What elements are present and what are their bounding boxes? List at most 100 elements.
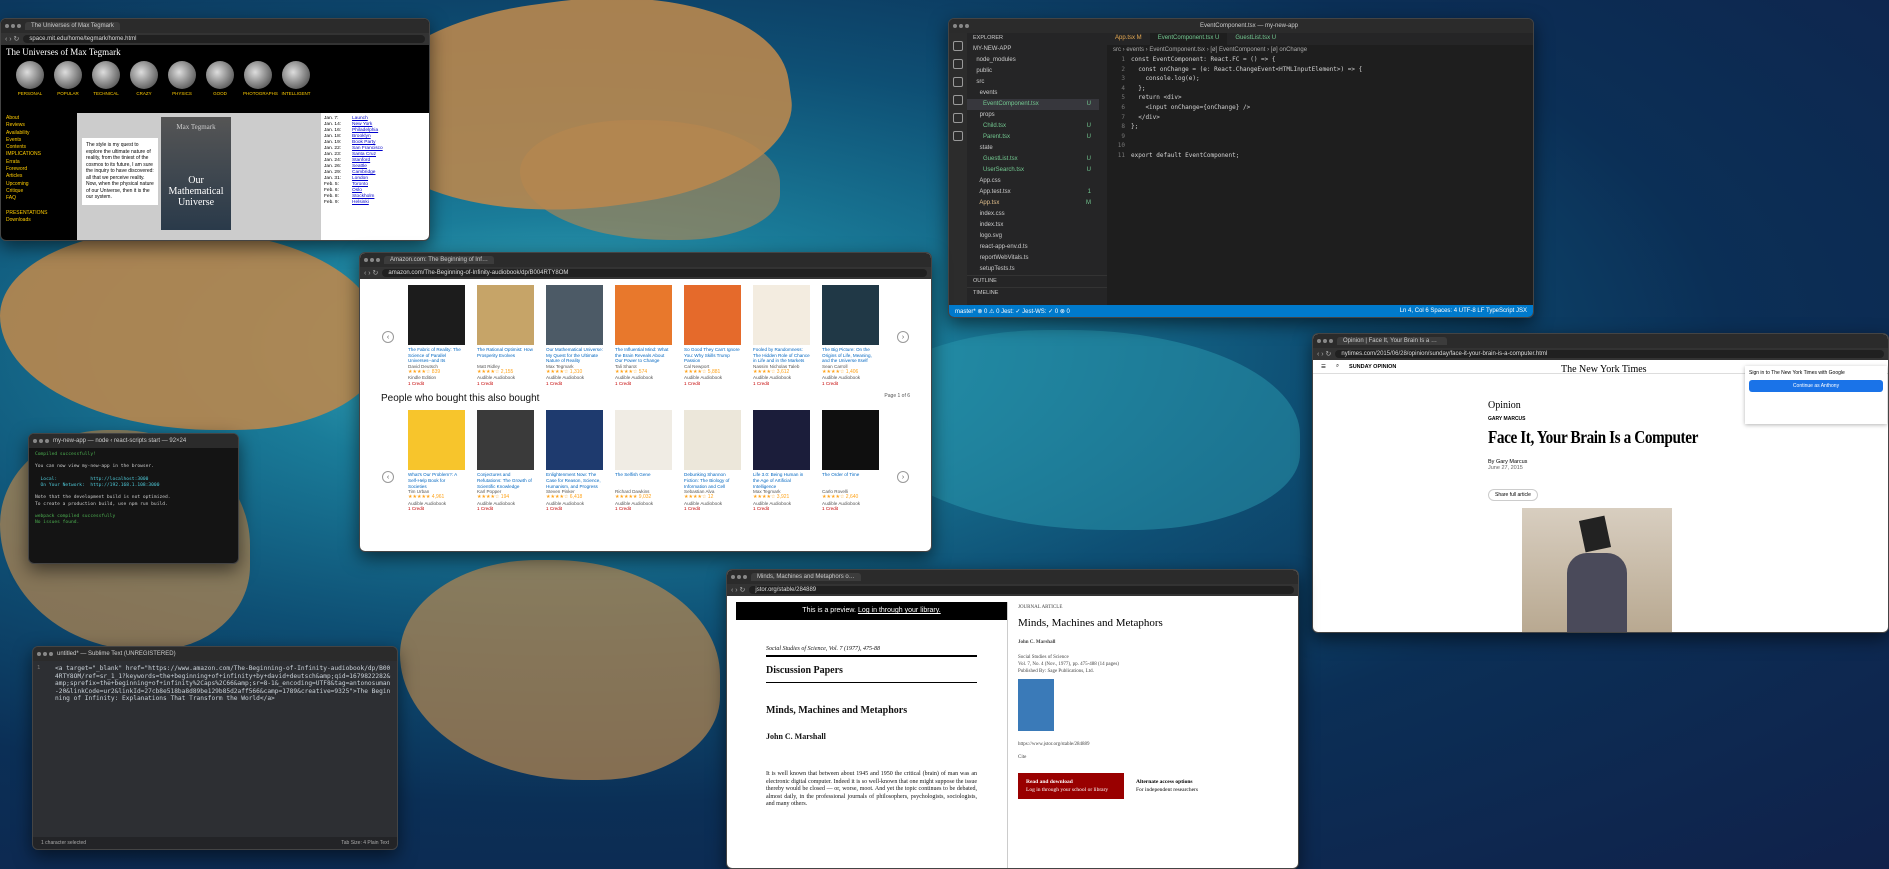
event-link[interactable]: Helsinki [352,200,369,206]
product-cover[interactable] [753,285,810,345]
section-label[interactable]: SUNDAY OPINION [1349,364,1396,370]
file-tree[interactable]: MY-NEW-APP node_modules public src event… [967,44,1107,275]
sidebar-item[interactable]: Availability [6,130,76,137]
category-physics[interactable]: PHYSICS [167,61,197,96]
sidebar-item[interactable]: Contents [6,144,76,151]
product-title[interactable]: The Order of Time [822,472,879,489]
code-line[interactable] [1131,132,1362,142]
category-good[interactable]: GOOD [205,61,235,96]
address-bar[interactable]: nytimes.com/2015/06/28/opinion/sunday/fa… [1335,350,1884,358]
sidebar-item[interactable]: PRESENTATIONS [6,210,76,217]
status-right[interactable]: Ln 4, Col 6 Spaces: 4 UTF-8 LF TypeScrip… [1400,308,1527,314]
product-cover[interactable] [684,285,741,345]
status-right[interactable]: Tab Size: 4 Plain Text [341,840,389,846]
file-tree-item[interactable]: MY-NEW-APP [967,44,1099,55]
code-line[interactable]: return <div> [1131,93,1362,103]
file-tree-item[interactable]: index.tsx [967,220,1099,231]
category-crazy[interactable]: CRAZY [129,61,159,96]
product-title[interactable]: The Big Picture: On the Origins of Life,… [822,347,879,364]
file-tree-item[interactable]: UserSearch.tsx U [967,165,1099,176]
pdf-preview[interactable]: This is a preview. Log in through your l… [736,602,1008,868]
product-cover[interactable] [408,410,465,471]
product-card[interactable]: Fooled by Randomness: The Hidden Role of… [753,285,810,386]
category-technical[interactable]: TECHNICAL [91,61,121,96]
product-card[interactable]: Life 3.0: Being Human in the Age of Arti… [753,410,810,511]
product-title[interactable]: Life 3.0: Being Human in the Age of Arti… [753,472,810,489]
product-card[interactable]: The Big Picture: On the Origins of Life,… [822,285,879,386]
editor-area[interactable]: App.tsx M EventComponent.tsx U GuestList.t… [1107,33,1533,305]
nav-arrows-icon[interactable]: ‹ › ↻ [1317,350,1331,358]
file-tree-item[interactable]: App.tsx M [967,198,1099,209]
stable-url[interactable]: https://www.jstor.org/stable/284889 [1018,741,1298,748]
file-tree-item[interactable]: App.css [967,176,1099,187]
code-line[interactable]: </div> [1131,113,1362,123]
timeline-heading[interactable]: TIMELINE [967,287,1107,299]
sidebar-item[interactable]: Articles [6,173,76,180]
nav-arrows-icon[interactable]: ‹ › ↻ [5,35,19,43]
product-cover[interactable] [477,285,534,345]
breadcrumb[interactable]: src › events › EventComponent.tsx › [ø] … [1107,45,1533,55]
files-icon[interactable] [953,41,963,51]
sidebar-item[interactable]: Upcoming [6,181,76,188]
tab-0[interactable]: App.tsx M [1107,33,1150,45]
product-card[interactable]: The Selfish Gene Richard Dawkins ★★★★★ 9,0… [615,410,672,511]
category-intelligent[interactable]: INTELLIGENT [281,61,311,96]
file-tree-item[interactable]: Child.tsx U [967,121,1099,132]
product-cover[interactable] [408,285,465,345]
nav-arrows-icon[interactable]: ‹ › ↻ [364,269,378,277]
category-personal[interactable]: PERSONAL [15,61,45,96]
product-title[interactable]: Our Mathematical Universe: My Quest for … [546,347,603,364]
nyt-logo[interactable]: The New York Times [1561,364,1647,375]
outline-heading[interactable]: OUTLINE [967,275,1107,287]
file-tree-item[interactable]: node_modules [967,55,1099,66]
tab-1[interactable]: EventComponent.tsx U [1149,33,1228,45]
sidebar-item[interactable]: IMPLICATIONS [6,151,76,158]
alternate-access-button[interactable]: Alternate access options For independent … [1136,773,1198,799]
product-title[interactable]: The Fabric of Reality: The Science of Pa… [408,347,465,364]
browser-tab[interactable]: Amazon.com: The Beginning of Infinity [384,256,494,264]
product-title[interactable]: The Selfish Gene [615,472,672,489]
source-control-icon[interactable] [953,77,963,87]
sidebar-item[interactable]: Events [6,137,76,144]
product-cover[interactable] [546,285,603,345]
product-cover[interactable] [477,410,534,471]
sidebar-item[interactable]: Reviews [6,122,76,129]
product-title[interactable]: The Influential Mind: What the Brain Rev… [615,347,672,364]
product-card[interactable]: What's Our Problem?: A Self-Help Book fo… [408,410,465,511]
product-card[interactable]: The Rational Optimist: How Prosperity Ev… [477,285,534,386]
terminal-window[interactable]: my-new-app — node ‹ react-scripts start … [28,433,239,564]
file-tree-item[interactable]: src [967,77,1099,88]
code-line[interactable]: }; [1131,122,1362,132]
tegmark-browser-window[interactable]: The Universes of Max Tegmark ‹ › ↻ space.… [0,18,430,241]
code-line[interactable] [1131,141,1362,151]
file-tree-item[interactable]: index.css [967,209,1099,220]
sidebar-item[interactable]: Foreword [6,166,76,173]
product-card[interactable]: The Order of Time Carlo Rovelli ★★★★☆ 2,64… [822,410,879,511]
carousel-prev-icon[interactable]: ‹ [382,331,394,343]
file-tree-item[interactable]: state [967,143,1099,154]
product-cover[interactable] [753,410,810,471]
terminal-output[interactable]: Compiled successfully! You can now view … [29,448,238,530]
product-title[interactable]: Fooled by Randomness: The Hidden Role of… [753,347,810,364]
product-card[interactable]: Conjectures and Refutations: The Growth … [477,410,534,511]
share-button[interactable]: Share full article [1488,489,1538,501]
code-line[interactable]: <input onChange={onChange} /> [1131,103,1362,113]
vscode-window[interactable]: EventComponent.tsx — my-new-app EXPLORER… [948,18,1534,318]
text-editor-window[interactable]: untitled* — Sublime Text (UNREGISTERED) … [32,646,398,850]
code-view[interactable]: 1 2 3 4 5 6 7 8 9 10 11 const EventComponent: React… [1107,55,1533,161]
sidebar-item[interactable]: About [6,115,76,122]
code-line[interactable]: const EventComponent: React.FC = () => { [1131,55,1362,65]
address-bar[interactable]: jstor.org/stable/284889 [749,586,1294,594]
browser-tab[interactable]: The Universes of Max Tegmark [25,22,120,30]
file-tree-item[interactable]: setupTests.ts [967,264,1099,275]
code-line[interactable]: }; [1131,84,1362,94]
file-tree-item[interactable]: props [967,110,1099,121]
amazon-browser-window[interactable]: Amazon.com: The Beginning of Infinity ‹ … [359,252,932,552]
sidebar-item[interactable]: Errata [6,159,76,166]
file-tree-item[interactable]: App.test.tsx 1 [967,187,1099,198]
product-title[interactable]: Conjectures and Refutations: The Growth … [477,472,534,489]
article-source[interactable]: Social Studies of Science [1018,654,1298,661]
product-card[interactable]: Debunking Shannon Fiction: The Biology o… [684,410,741,511]
tab-2[interactable]: GuestList.tsx U [1227,33,1284,45]
file-tree-item[interactable]: GuestList.tsx U [967,154,1099,165]
